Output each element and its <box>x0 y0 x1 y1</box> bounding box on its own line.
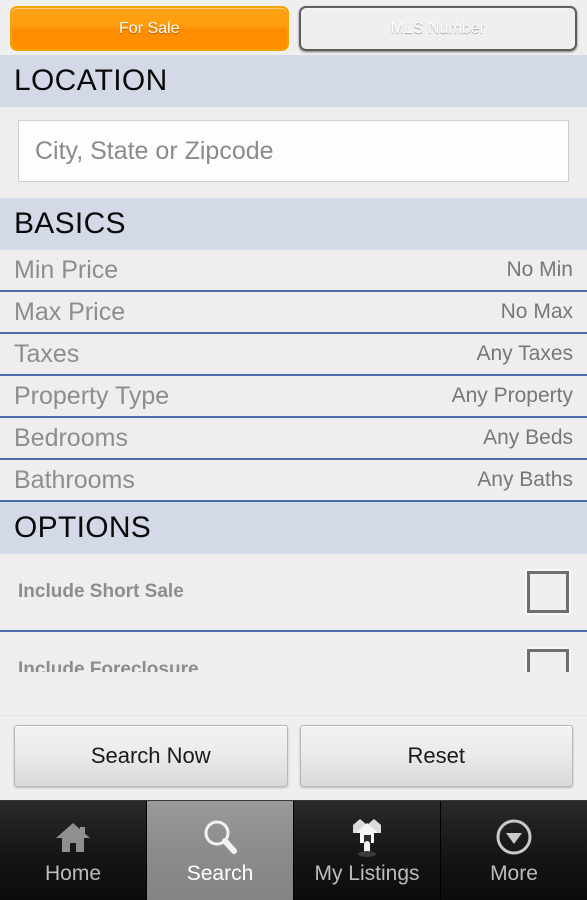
row-value: Any Baths <box>477 468 573 491</box>
listing-type-tabs: For Sale MLS Number <box>0 0 587 55</box>
checkbox-include-short-sale[interactable] <box>527 571 569 613</box>
section-header-basics: BASICS <box>0 198 587 250</box>
row-value: Any Taxes <box>476 342 574 365</box>
magnifier-icon <box>200 816 240 858</box>
row-min-price[interactable]: Min Price No Min <box>0 250 587 292</box>
basics-rows: Min Price No Min Max Price No Max Taxes … <box>0 250 587 502</box>
row-label: Min Price <box>14 255 119 284</box>
nav-item-home[interactable]: Home <box>0 801 147 900</box>
nav-label: More <box>490 861 538 885</box>
row-label: Bedrooms <box>14 423 128 452</box>
row-property-type[interactable]: Property Type Any Property <box>0 376 587 418</box>
tab-for-sale-label: For Sale <box>119 19 180 37</box>
row-label: Taxes <box>14 339 80 368</box>
row-max-price[interactable]: Max Price No Max <box>0 292 587 334</box>
action-bar: Search Now Reset <box>0 715 587 800</box>
location-input[interactable]: City, State or Zipcode <box>18 120 569 182</box>
nav-label: Home <box>44 861 102 885</box>
row-bathrooms[interactable]: Bathrooms Any Baths <box>0 460 587 502</box>
location-input-placeholder: City, State or Zipcode <box>35 136 274 165</box>
reset-button[interactable]: Reset <box>299 725 573 787</box>
nav-item-search[interactable]: Search <box>147 801 294 900</box>
tab-mls-number-label: MLS Number <box>390 19 485 37</box>
search-now-button[interactable]: Search Now <box>14 725 288 787</box>
search-now-label: Search Now <box>90 743 211 768</box>
option-row-include-foreclosure[interactable]: Include Foreclosure <box>0 632 587 672</box>
houses-pin-icon <box>344 816 390 858</box>
row-taxes[interactable]: Taxes Any Taxes <box>0 334 587 376</box>
section-header-location: LOCATION <box>0 55 587 107</box>
house-icon <box>53 816 93 858</box>
checkbox-include-foreclosure[interactable] <box>527 649 569 672</box>
row-label: Bathrooms <box>14 465 135 494</box>
row-bedrooms[interactable]: Bedrooms Any Beds <box>0 418 587 460</box>
search-screen: For Sale MLS Number LOCATION City, State… <box>0 0 587 900</box>
location-block: City, State or Zipcode <box>0 107 587 198</box>
row-value: Any Beds <box>483 426 573 449</box>
row-label: Property Type <box>14 381 170 410</box>
row-value: Any Property <box>451 384 573 407</box>
tab-mls-number[interactable]: MLS Number <box>298 6 577 51</box>
option-label: Include Foreclosure <box>18 659 199 672</box>
nav-label: Search <box>186 861 254 885</box>
reset-label: Reset <box>407 743 465 768</box>
tab-for-sale[interactable]: For Sale <box>10 6 289 51</box>
nav-item-my-listings[interactable]: My Listings <box>294 801 441 900</box>
nav-label: My Listings <box>314 861 420 885</box>
option-row-include-short-sale[interactable]: Include Short Sale <box>0 554 587 632</box>
nav-item-more[interactable]: More <box>441 801 587 900</box>
section-header-basics-label: BASICS <box>14 207 126 240</box>
row-label: Max Price <box>14 297 126 326</box>
option-label: Include Short Sale <box>18 581 184 602</box>
section-header-options-label: OPTIONS <box>14 511 152 544</box>
options-list: Include Short Sale Include Foreclosure <box>0 554 587 672</box>
row-value: No Min <box>506 258 573 281</box>
section-header-location-label: LOCATION <box>14 64 168 97</box>
section-header-options: OPTIONS <box>0 502 587 554</box>
bottom-navigation: Home Search My Listings More <box>0 800 587 900</box>
chevron-down-circle-icon <box>494 816 534 858</box>
row-value: No Max <box>500 300 573 323</box>
